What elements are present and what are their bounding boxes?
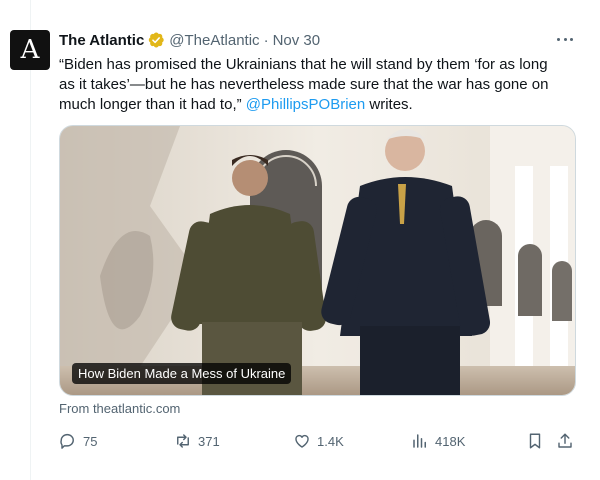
more-icon[interactable] [555,32,575,46]
tweet-text: “Biden has promised the Ukrainians that … [59,55,564,115]
avatar-logo-letter: A [20,35,40,65]
avatar[interactable]: A [10,30,50,70]
like-icon [295,434,309,448]
views-button[interactable]: 418K [411,432,465,450]
tweet-text-end: writes. [365,96,413,113]
share-icon [558,433,572,448]
bookmark-icon [529,433,541,449]
verified-badge-icon[interactable] [147,31,165,49]
repost-count: 371 [198,433,220,449]
tweet-header: The Atlantic @TheAtlantic · Nov 30 [59,26,579,54]
author-name[interactable]: The Atlantic [59,32,144,49]
views-count: 418K [435,433,466,449]
separator-dot: · [263,31,269,49]
photo-illustration [60,126,575,395]
author-handle[interactable]: @TheAtlantic [169,32,259,49]
share-button[interactable] [556,432,574,450]
like-count: 1.4K [317,433,344,449]
views-icon [413,434,426,448]
like-button[interactable]: 1.4K [293,432,344,450]
repost-button[interactable]: 371 [174,432,220,450]
link-card-image[interactable]: How Biden Made a Mess of Ukraine [59,125,576,396]
reply-count: 75 [83,433,98,449]
bookmark-button[interactable] [526,432,544,450]
action-bar: 75 371 1.4K 418K [59,429,579,453]
reply-icon [60,433,74,449]
tweet-content: The Atlantic @TheAtlantic · Nov 30 “Bide… [59,26,579,449]
mention-link[interactable]: @PhillipsPOBrien [246,96,365,113]
link-card-title[interactable]: How Biden Made a Mess of Ukraine [72,363,292,384]
reply-button[interactable]: 75 [59,432,97,450]
tweet[interactable]: A The Atlantic @TheAtlantic · Nov 30 “Bi… [10,26,584,466]
link-source[interactable]: From theatlantic.com [59,401,180,416]
repost-icon [177,434,189,448]
tweet-date[interactable]: Nov 30 [273,32,321,49]
